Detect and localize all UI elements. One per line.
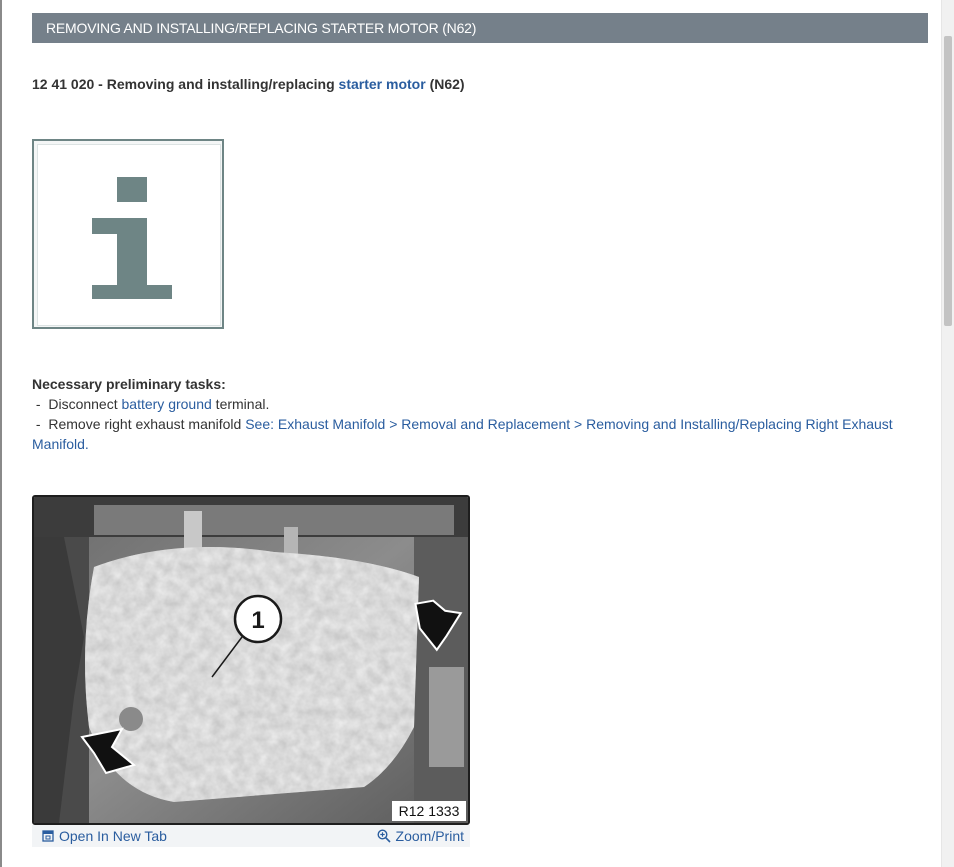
page: REMOVING AND INSTALLING/REPLACING STARTE… (0, 0, 954, 867)
preliminary-task-item: - Disconnect battery ground terminal. (32, 394, 928, 414)
starter-motor-link[interactable]: starter motor (339, 76, 426, 92)
preliminary-tasks: Necessary preliminary tasks: - Disconnec… (32, 374, 928, 454)
zoom-in-icon (377, 829, 391, 843)
info-glyph-icon (92, 177, 172, 299)
info-icon-inner (37, 144, 221, 326)
image-code: R12 1333 (399, 803, 460, 819)
procedure-title: 12 41 020 - Removing and installing/repl… (32, 75, 928, 93)
new-tab-icon (42, 830, 54, 842)
task-bullet: - (32, 396, 49, 412)
info-icon (32, 139, 224, 329)
zoom-print-button[interactable]: Zoom/Print (377, 828, 464, 844)
task-text-suffix: terminal. (211, 396, 270, 412)
document-content: REMOVING AND INSTALLING/REPLACING STARTE… (32, 13, 928, 847)
left-border (0, 0, 2, 867)
open-new-tab-button[interactable]: Open In New Tab (42, 828, 167, 844)
heat-shield-photo: 1 R12 1333 (34, 497, 468, 823)
battery-ground-link[interactable]: battery ground (122, 396, 212, 412)
section-header: REMOVING AND INSTALLING/REPLACING STARTE… (32, 13, 928, 43)
procedure-title-suffix: (N62) (425, 76, 465, 92)
figure-photo[interactable]: 1 R12 1333 (32, 495, 470, 825)
preliminary-tasks-heading: Necessary preliminary tasks: (32, 376, 226, 392)
task-bullet: - (32, 416, 49, 432)
task-text: Disconnect (48, 396, 122, 412)
preliminary-task-item: - Remove right exhaust manifold See: Exh… (32, 414, 928, 454)
task-text: Remove right exhaust manifold (48, 416, 246, 432)
procedure-title-prefix: 12 41 020 - Removing and installing/repl… (32, 76, 339, 92)
section-header-title: REMOVING AND INSTALLING/REPLACING STARTE… (46, 20, 477, 36)
zoom-print-label: Zoom/Print (395, 828, 464, 844)
scrollbar-thumb[interactable] (944, 36, 952, 326)
open-new-tab-label: Open In New Tab (59, 828, 167, 844)
vertical-scrollbar[interactable] (941, 0, 954, 867)
figure-toolbar: Open In New Tab Zoom/Print (32, 825, 470, 847)
figure: 1 R12 1333 Open In New Tab Zoom/Print (32, 495, 470, 847)
callout-number: 1 (251, 607, 264, 634)
